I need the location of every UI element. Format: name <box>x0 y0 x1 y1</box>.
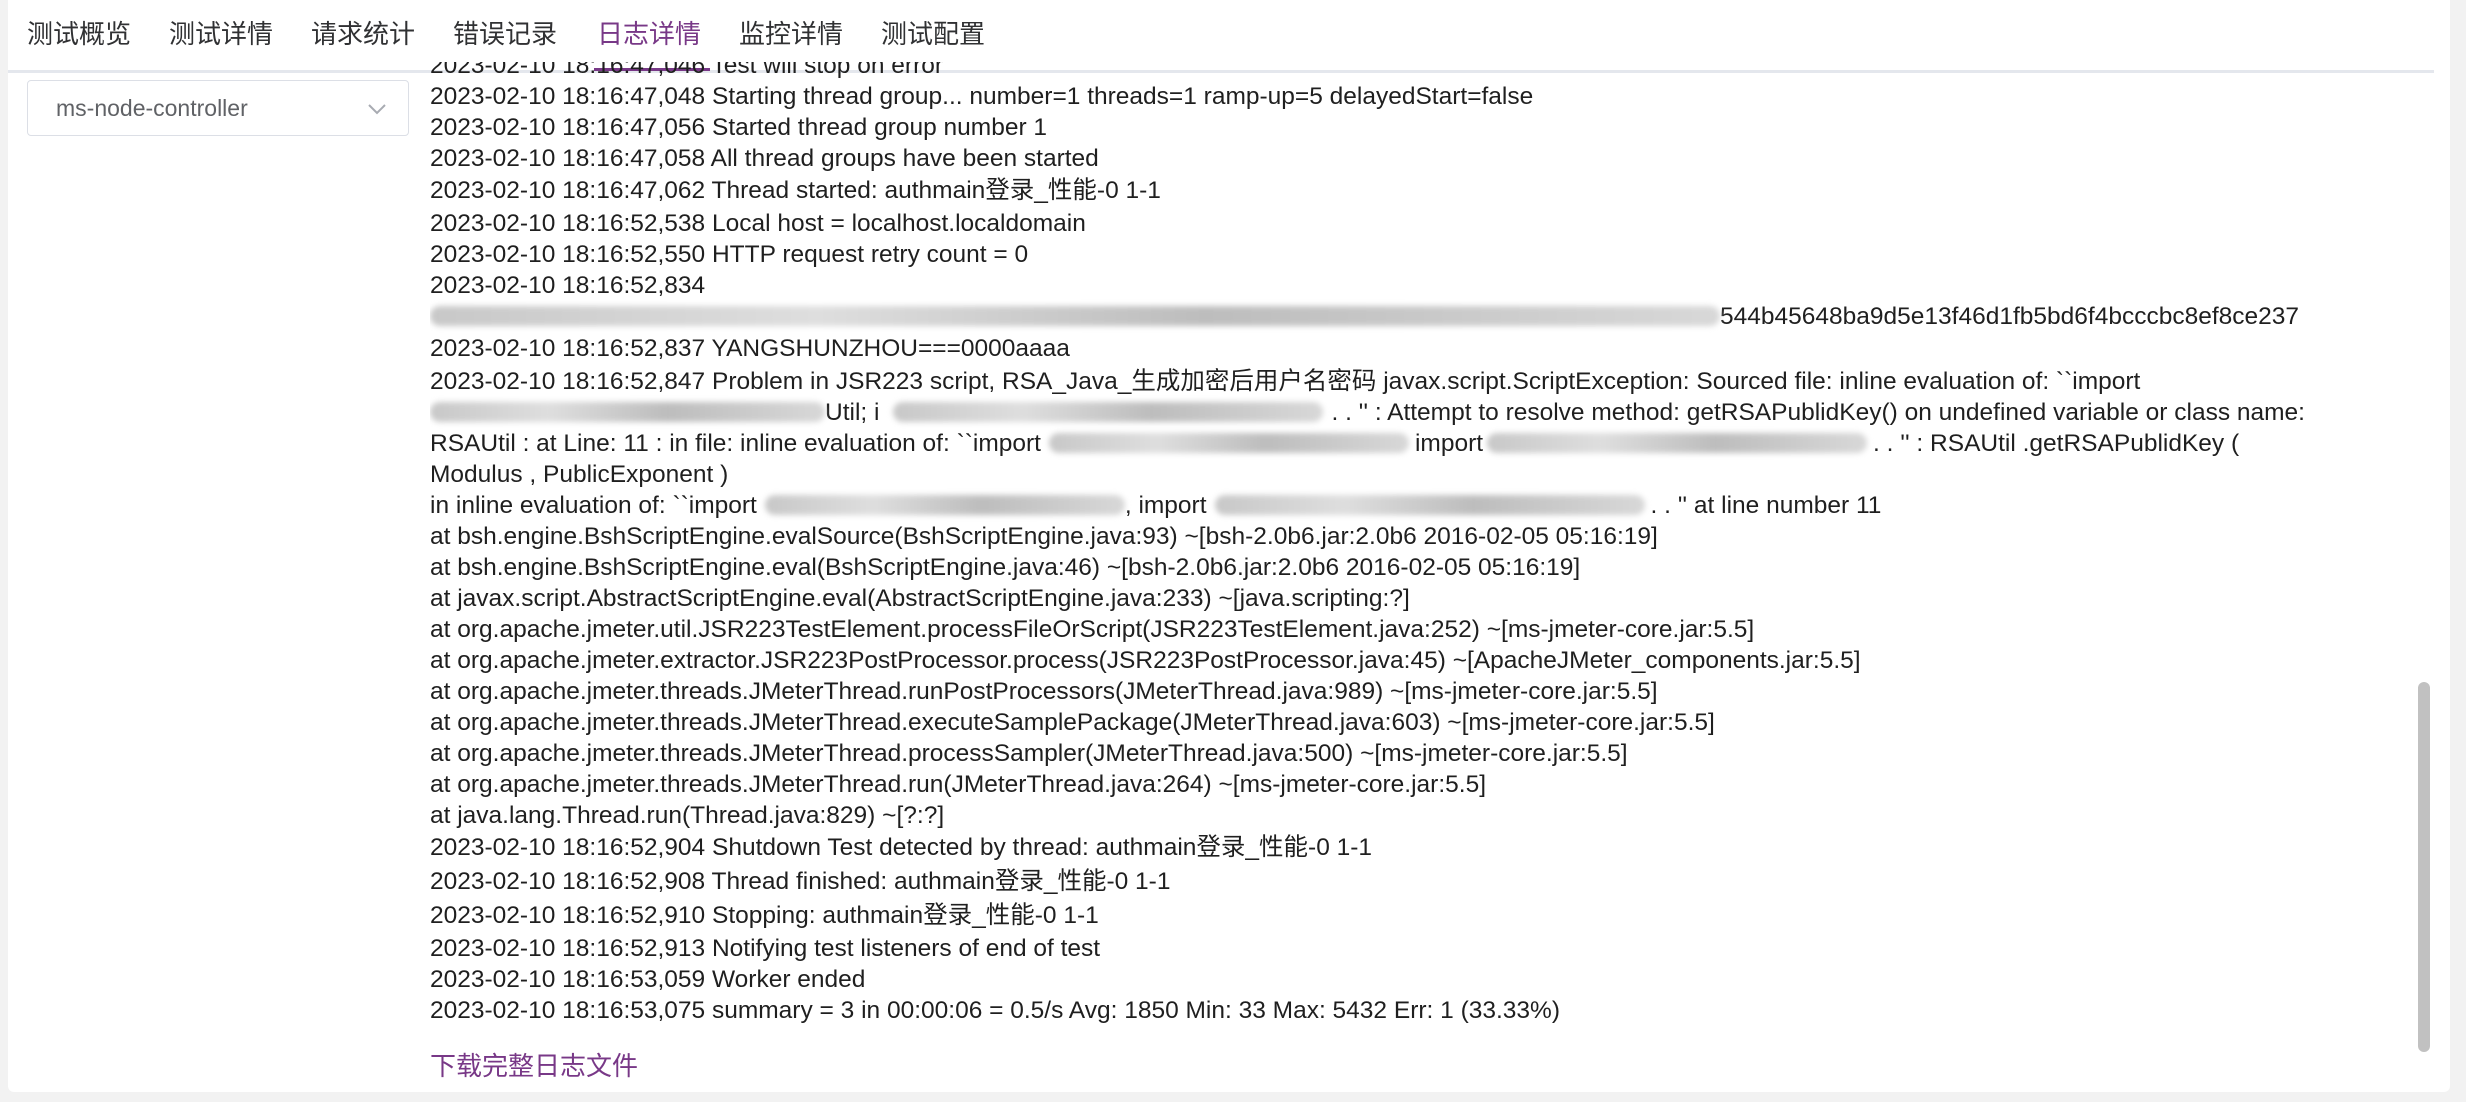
log-scrollbar[interactable] <box>2416 62 2432 1052</box>
log-line: 2023-02-10 18:16:52,550 HTTP request ret… <box>430 241 1029 268</box>
log-line: at javax.script.AbstractScriptEngine.eva… <box>430 585 1410 612</box>
log-line: 2023-02-10 18:16:52,908 Thread finished:… <box>430 868 1171 895</box>
log-fragment: . . '' : RSAUtil .getRSAPublidKey ( <box>1873 430 2240 457</box>
log-fragment: . . '' : Attempt to resolve method: getR… <box>1331 399 2305 426</box>
log-line: at java.lang.Thread.run(Thread.java:829)… <box>430 802 945 829</box>
tab-request-stats[interactable]: 请求统计 <box>311 14 415 54</box>
log-line: 2023-02-10 18:16:52,913 Notifying test l… <box>430 935 1101 962</box>
log-hash: 544b45648ba9d5e13f46d1fb5bd6f4bcccbc8ef8… <box>1720 303 2300 330</box>
redacted-text <box>1487 433 1868 453</box>
tab-test-config[interactable]: 测试配置 <box>881 14 985 54</box>
log-line-redacted: 544b45648ba9d5e13f46d1fb5bd6f4bcccbc8ef8… <box>430 301 2420 332</box>
redacted-text <box>893 402 1324 422</box>
log-line: 2023-02-10 18:16:52,904 Shutdown Test de… <box>430 834 1373 861</box>
redacted-text <box>430 306 1720 326</box>
log-viewer[interactable]: 2023-02-10 18:16:47,046 Test will stop o… <box>430 62 2420 1052</box>
chevron-down-icon <box>368 104 386 115</box>
log-line: 2023-02-10 18:16:47,048 Starting thread … <box>430 83 1534 110</box>
log-line: 2023-02-10 18:16:52,837 YANGSHUNZHOU===0… <box>430 335 1070 362</box>
redacted-text <box>430 402 825 422</box>
scrollbar-thumb[interactable] <box>2418 682 2430 1052</box>
log-fragment: . . '' at line number 11 <box>1650 492 1882 519</box>
log-line: at bsh.engine.BshScriptEngine.eval(BshSc… <box>430 554 1581 581</box>
node-select[interactable]: ms-node-controller <box>27 80 409 136</box>
node-select-value: ms-node-controller <box>56 95 248 121</box>
log-line: 2023-02-10 18:16:52,538 Local host = loc… <box>430 210 1086 237</box>
log-line: 2023-02-10 18:16:52,834 <box>430 272 706 299</box>
log-details-panel: 测试概览 测试详情 请求统计 错误记录 日志详情 监控详情 测试配置 ms-no… <box>8 0 2450 1092</box>
log-line: at bsh.engine.BshScriptEngine.evalSource… <box>430 523 1658 550</box>
tab-log-details[interactable]: 日志详情 <box>597 14 701 54</box>
log-line: at org.apache.jmeter.threads.JMeterThrea… <box>430 678 1658 705</box>
log-line: 2023-02-10 18:16:47,056 Started thread g… <box>430 114 1048 141</box>
log-line: 2023-02-10 18:16:47,062 Thread started: … <box>430 177 1161 204</box>
log-line: 2023-02-10 18:16:47,058 All thread group… <box>430 145 1099 172</box>
log-line: 2023-02-10 18:16:53,059 Worker ended <box>430 966 866 993</box>
log-line: at org.apache.jmeter.util.JSR223TestElem… <box>430 616 1755 643</box>
log-line-redacted: Util; i . . '' : Attempt to resolve metho… <box>430 397 2420 428</box>
redacted-text <box>1048 433 1409 453</box>
log-fragment: RSAUtil : at Line: 11 : in file: inline … <box>430 430 1041 457</box>
log-line: at org.apache.jmeter.threads.JMeterThrea… <box>430 771 1487 798</box>
redacted-text <box>764 495 1125 515</box>
log-fragment: , import <box>1124 492 1207 519</box>
redacted-text <box>1214 495 1645 515</box>
tab-monitor-details[interactable]: 监控详情 <box>739 14 843 54</box>
log-fragment: in inline evaluation of: ``import <box>430 492 757 519</box>
log-line: at org.apache.jmeter.threads.JMeterThrea… <box>430 709 1715 736</box>
log-line: Modulus , PublicExponent ) <box>430 461 729 488</box>
log-line: 2023-02-10 18:16:53,075 summary = 3 in 0… <box>430 997 1560 1024</box>
log-line: 2023-02-10 18:16:47,046 Test will stop o… <box>430 62 944 79</box>
download-full-log-link[interactable]: 下载完整日志文件 <box>430 1048 638 1084</box>
log-line-redacted: in inline evaluation of: ``import , impor… <box>430 490 2420 521</box>
log-line: at org.apache.jmeter.extractor.JSR223Pos… <box>430 647 1861 674</box>
tab-error-records[interactable]: 错误记录 <box>453 14 557 54</box>
tab-test-details[interactable]: 测试详情 <box>169 14 273 54</box>
log-fragment: import <box>1414 430 1484 457</box>
log-line: 2023-02-10 18:16:52,847 Problem in JSR22… <box>430 368 2141 395</box>
tab-test-overview[interactable]: 测试概览 <box>27 14 131 54</box>
log-fragment: Util; i <box>825 399 880 426</box>
log-line: 2023-02-10 18:16:52,910 Stopping: authma… <box>430 902 1099 929</box>
log-line: at org.apache.jmeter.threads.JMeterThrea… <box>430 740 1628 767</box>
log-line-redacted: RSAUtil : at Line: 11 : in file: inline … <box>430 428 2420 459</box>
